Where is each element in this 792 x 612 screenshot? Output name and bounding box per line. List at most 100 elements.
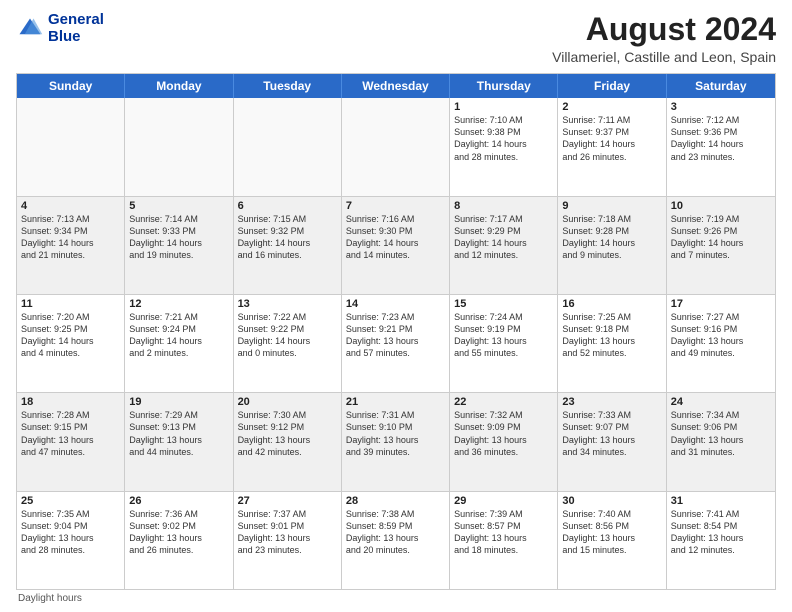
cal-cell: 16Sunrise: 7:25 AM Sunset: 9:18 PM Dayli… bbox=[558, 295, 666, 392]
day-number: 6 bbox=[238, 200, 337, 212]
calendar-body: 1Sunrise: 7:10 AM Sunset: 9:38 PM Daylig… bbox=[17, 98, 775, 589]
cell-content: Sunrise: 7:21 AM Sunset: 9:24 PM Dayligh… bbox=[129, 311, 228, 360]
cell-content: Sunrise: 7:33 AM Sunset: 9:07 PM Dayligh… bbox=[562, 409, 661, 458]
col-header-saturday: Saturday bbox=[667, 74, 775, 98]
cell-content: Sunrise: 7:20 AM Sunset: 9:25 PM Dayligh… bbox=[21, 311, 120, 360]
cell-content: Sunrise: 7:40 AM Sunset: 8:56 PM Dayligh… bbox=[562, 508, 661, 557]
cal-cell: 19Sunrise: 7:29 AM Sunset: 9:13 PM Dayli… bbox=[125, 393, 233, 490]
day-number: 18 bbox=[21, 396, 120, 408]
cal-cell: 8Sunrise: 7:17 AM Sunset: 9:29 PM Daylig… bbox=[450, 197, 558, 294]
cal-cell: 30Sunrise: 7:40 AM Sunset: 8:56 PM Dayli… bbox=[558, 492, 666, 589]
calendar: SundayMondayTuesdayWednesdayThursdayFrid… bbox=[16, 73, 776, 590]
cal-cell: 25Sunrise: 7:35 AM Sunset: 9:04 PM Dayli… bbox=[17, 492, 125, 589]
cell-content: Sunrise: 7:15 AM Sunset: 9:32 PM Dayligh… bbox=[238, 213, 337, 262]
cal-cell: 9Sunrise: 7:18 AM Sunset: 9:28 PM Daylig… bbox=[558, 197, 666, 294]
day-number: 26 bbox=[129, 495, 228, 507]
day-number: 16 bbox=[562, 298, 661, 310]
cell-content: Sunrise: 7:10 AM Sunset: 9:38 PM Dayligh… bbox=[454, 114, 553, 163]
day-number: 5 bbox=[129, 200, 228, 212]
day-number: 17 bbox=[671, 298, 771, 310]
col-header-sunday: Sunday bbox=[17, 74, 125, 98]
col-header-monday: Monday bbox=[125, 74, 233, 98]
cell-content: Sunrise: 7:39 AM Sunset: 8:57 PM Dayligh… bbox=[454, 508, 553, 557]
cell-content: Sunrise: 7:19 AM Sunset: 9:26 PM Dayligh… bbox=[671, 213, 771, 262]
cell-content: Sunrise: 7:37 AM Sunset: 9:01 PM Dayligh… bbox=[238, 508, 337, 557]
cell-content: Sunrise: 7:23 AM Sunset: 9:21 PM Dayligh… bbox=[346, 311, 445, 360]
cal-cell bbox=[234, 98, 342, 195]
cal-cell: 26Sunrise: 7:36 AM Sunset: 9:02 PM Dayli… bbox=[125, 492, 233, 589]
page: General Blue August 2024 Villameriel, Ca… bbox=[0, 0, 792, 612]
cell-content: Sunrise: 7:41 AM Sunset: 8:54 PM Dayligh… bbox=[671, 508, 771, 557]
day-number: 10 bbox=[671, 200, 771, 212]
cal-cell: 13Sunrise: 7:22 AM Sunset: 9:22 PM Dayli… bbox=[234, 295, 342, 392]
day-number: 19 bbox=[129, 396, 228, 408]
day-number: 4 bbox=[21, 200, 120, 212]
logo-line2: Blue bbox=[48, 29, 104, 46]
logo-icon bbox=[16, 15, 44, 43]
day-number: 1 bbox=[454, 101, 553, 113]
day-number: 31 bbox=[671, 495, 771, 507]
cell-content: Sunrise: 7:24 AM Sunset: 9:19 PM Dayligh… bbox=[454, 311, 553, 360]
cell-content: Sunrise: 7:13 AM Sunset: 9:34 PM Dayligh… bbox=[21, 213, 120, 262]
cal-cell bbox=[342, 98, 450, 195]
cell-content: Sunrise: 7:32 AM Sunset: 9:09 PM Dayligh… bbox=[454, 409, 553, 458]
day-number: 22 bbox=[454, 396, 553, 408]
cal-cell: 2Sunrise: 7:11 AM Sunset: 9:37 PM Daylig… bbox=[558, 98, 666, 195]
cell-content: Sunrise: 7:16 AM Sunset: 9:30 PM Dayligh… bbox=[346, 213, 445, 262]
cell-content: Sunrise: 7:25 AM Sunset: 9:18 PM Dayligh… bbox=[562, 311, 661, 360]
logo-line1: General bbox=[48, 12, 104, 29]
cal-cell: 4Sunrise: 7:13 AM Sunset: 9:34 PM Daylig… bbox=[17, 197, 125, 294]
cal-cell: 21Sunrise: 7:31 AM Sunset: 9:10 PM Dayli… bbox=[342, 393, 450, 490]
cal-cell: 27Sunrise: 7:37 AM Sunset: 9:01 PM Dayli… bbox=[234, 492, 342, 589]
day-number: 15 bbox=[454, 298, 553, 310]
day-number: 8 bbox=[454, 200, 553, 212]
day-number: 28 bbox=[346, 495, 445, 507]
cal-cell: 20Sunrise: 7:30 AM Sunset: 9:12 PM Dayli… bbox=[234, 393, 342, 490]
day-number: 9 bbox=[562, 200, 661, 212]
calendar-row-0: 1Sunrise: 7:10 AM Sunset: 9:38 PM Daylig… bbox=[17, 98, 775, 196]
day-number: 21 bbox=[346, 396, 445, 408]
main-title: August 2024 bbox=[552, 12, 776, 47]
col-header-wednesday: Wednesday bbox=[342, 74, 450, 98]
day-number: 25 bbox=[21, 495, 120, 507]
cal-cell: 23Sunrise: 7:33 AM Sunset: 9:07 PM Dayli… bbox=[558, 393, 666, 490]
cell-content: Sunrise: 7:17 AM Sunset: 9:29 PM Dayligh… bbox=[454, 213, 553, 262]
cal-cell bbox=[17, 98, 125, 195]
calendar-row-2: 11Sunrise: 7:20 AM Sunset: 9:25 PM Dayli… bbox=[17, 295, 775, 393]
day-number: 3 bbox=[671, 101, 771, 113]
cell-content: Sunrise: 7:34 AM Sunset: 9:06 PM Dayligh… bbox=[671, 409, 771, 458]
cal-cell: 12Sunrise: 7:21 AM Sunset: 9:24 PM Dayli… bbox=[125, 295, 233, 392]
col-header-thursday: Thursday bbox=[450, 74, 558, 98]
cell-content: Sunrise: 7:11 AM Sunset: 9:37 PM Dayligh… bbox=[562, 114, 661, 163]
day-number: 24 bbox=[671, 396, 771, 408]
cal-cell: 31Sunrise: 7:41 AM Sunset: 8:54 PM Dayli… bbox=[667, 492, 775, 589]
cell-content: Sunrise: 7:38 AM Sunset: 8:59 PM Dayligh… bbox=[346, 508, 445, 557]
day-number: 27 bbox=[238, 495, 337, 507]
cell-content: Sunrise: 7:30 AM Sunset: 9:12 PM Dayligh… bbox=[238, 409, 337, 458]
cell-content: Sunrise: 7:27 AM Sunset: 9:16 PM Dayligh… bbox=[671, 311, 771, 360]
cell-content: Sunrise: 7:18 AM Sunset: 9:28 PM Dayligh… bbox=[562, 213, 661, 262]
day-number: 30 bbox=[562, 495, 661, 507]
cal-cell: 5Sunrise: 7:14 AM Sunset: 9:33 PM Daylig… bbox=[125, 197, 233, 294]
cal-cell: 17Sunrise: 7:27 AM Sunset: 9:16 PM Dayli… bbox=[667, 295, 775, 392]
header: General Blue August 2024 Villameriel, Ca… bbox=[16, 12, 776, 65]
cal-cell: 6Sunrise: 7:15 AM Sunset: 9:32 PM Daylig… bbox=[234, 197, 342, 294]
day-number: 12 bbox=[129, 298, 228, 310]
cal-cell: 10Sunrise: 7:19 AM Sunset: 9:26 PM Dayli… bbox=[667, 197, 775, 294]
col-header-friday: Friday bbox=[558, 74, 666, 98]
day-number: 20 bbox=[238, 396, 337, 408]
cell-content: Sunrise: 7:28 AM Sunset: 9:15 PM Dayligh… bbox=[21, 409, 120, 458]
cal-cell: 24Sunrise: 7:34 AM Sunset: 9:06 PM Dayli… bbox=[667, 393, 775, 490]
cal-cell: 11Sunrise: 7:20 AM Sunset: 9:25 PM Dayli… bbox=[17, 295, 125, 392]
subtitle: Villameriel, Castille and Leon, Spain bbox=[552, 49, 776, 65]
cal-cell: 18Sunrise: 7:28 AM Sunset: 9:15 PM Dayli… bbox=[17, 393, 125, 490]
day-number: 14 bbox=[346, 298, 445, 310]
cal-cell: 7Sunrise: 7:16 AM Sunset: 9:30 PM Daylig… bbox=[342, 197, 450, 294]
day-number: 23 bbox=[562, 396, 661, 408]
cal-cell: 29Sunrise: 7:39 AM Sunset: 8:57 PM Dayli… bbox=[450, 492, 558, 589]
logo: General Blue bbox=[16, 12, 104, 45]
cal-cell: 22Sunrise: 7:32 AM Sunset: 9:09 PM Dayli… bbox=[450, 393, 558, 490]
calendar-row-3: 18Sunrise: 7:28 AM Sunset: 9:15 PM Dayli… bbox=[17, 393, 775, 491]
cal-cell: 14Sunrise: 7:23 AM Sunset: 9:21 PM Dayli… bbox=[342, 295, 450, 392]
cal-cell: 3Sunrise: 7:12 AM Sunset: 9:36 PM Daylig… bbox=[667, 98, 775, 195]
